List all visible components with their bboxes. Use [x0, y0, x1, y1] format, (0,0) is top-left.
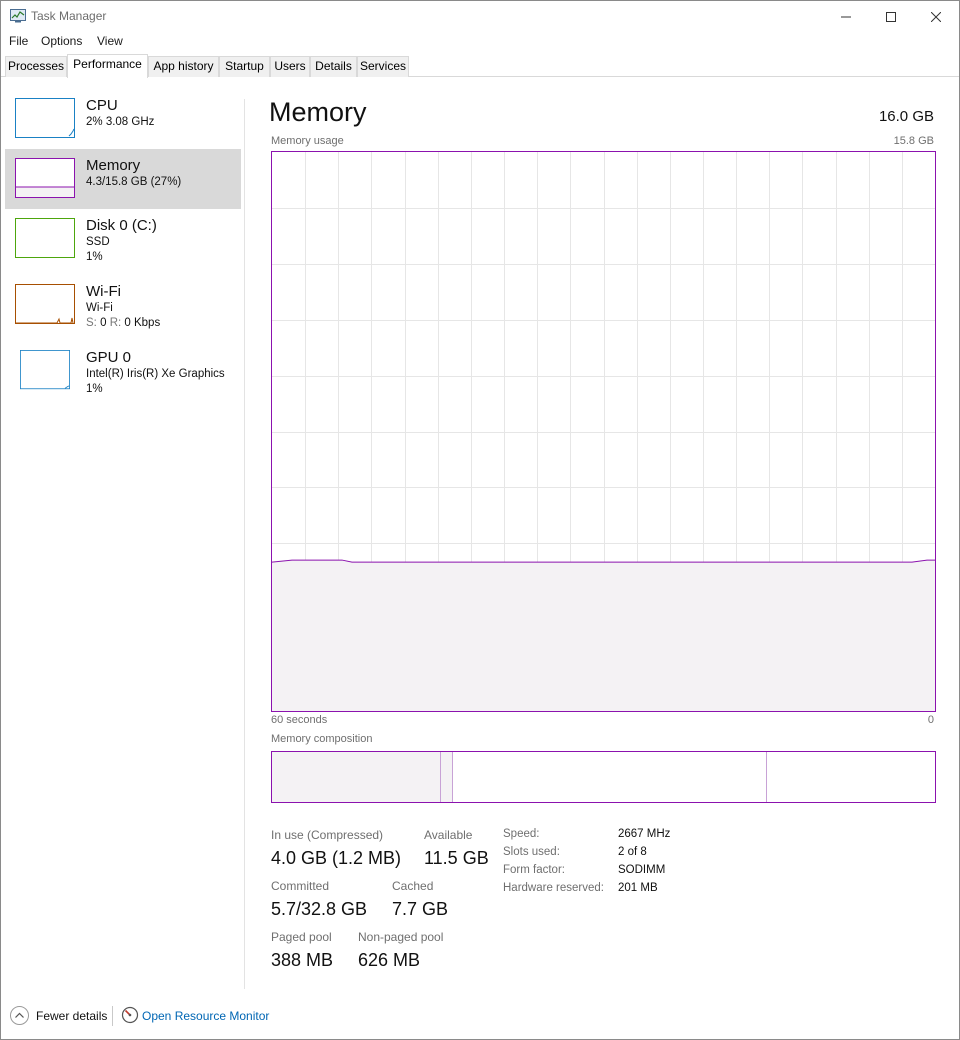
disk-thumbnail-graph: [15, 218, 75, 258]
speed-label: Speed:: [503, 828, 540, 840]
wifi-thumbnail-graph: [15, 284, 75, 324]
fewer-details-button[interactable]: [10, 1006, 29, 1025]
menu-bar: File Options View: [1, 32, 959, 52]
non-paged-pool-value: 626 MB: [358, 950, 421, 970]
gpu-thumbnail-graph: [15, 350, 75, 390]
slots-used-value: 2 of 8: [618, 846, 647, 858]
memory-usage-area: [272, 560, 935, 711]
minimize-button[interactable]: [823, 1, 869, 32]
sidebar-item-title: Wi-Fi: [86, 283, 121, 300]
composition-standby[interactable]: [453, 752, 767, 802]
composition-free[interactable]: [767, 752, 935, 802]
form-factor-label: Form factor:: [503, 864, 565, 876]
sidebar-item-throughput: S: 0 R: 0 Kbps: [86, 317, 161, 329]
sidebar-item-wifi[interactable]: Wi-Fi Wi-Fi S: 0 R: 0 Kbps: [5, 275, 241, 335]
sidebar-item-detail: SSD: [86, 236, 110, 248]
task-manager-window: Task Manager File Options View Processes…: [0, 0, 960, 1040]
hardware-reserved-label: Hardware reserved:: [503, 882, 604, 894]
time-axis-end: 0: [927, 714, 934, 726]
in-use-label: In use (Compressed): [271, 828, 384, 842]
open-resource-monitor-link[interactable]: Open Resource Monitor: [142, 1009, 269, 1023]
maximize-icon: [886, 11, 896, 22]
tab-details[interactable]: Details: [310, 56, 357, 77]
sidebar-item-detail: 2% 3.08 GHz: [86, 116, 155, 128]
sidebar-item-detail: Wi-Fi: [86, 302, 113, 314]
sidebar-item-detail: Intel(R) Iris(R) Xe Graphics: [86, 368, 225, 380]
panel-divider: [244, 99, 245, 989]
composition-in-use[interactable]: [272, 752, 441, 802]
tab-users[interactable]: Users: [270, 56, 310, 77]
cpu-thumbnail-graph: [15, 98, 75, 138]
chevron-up-icon: [15, 1012, 24, 1018]
memory-thumbnail-graph: [15, 158, 75, 198]
maximize-button[interactable]: [868, 1, 914, 32]
memory-composition-bar: [271, 751, 936, 803]
composition-label: Memory composition: [271, 733, 373, 745]
speed-value: 2667 MHz: [618, 828, 671, 840]
close-icon: [931, 11, 941, 22]
in-use-value: 4.0 GB (1.2 MB): [271, 848, 402, 868]
graph-max-label: 15.8 GB: [893, 135, 934, 147]
available-label: Available: [424, 828, 473, 842]
non-paged-pool-label: Non-paged pool: [358, 930, 444, 944]
paged-pool-label: Paged pool: [271, 930, 332, 944]
hardware-reserved-value: 201 MB: [618, 882, 658, 894]
sidebar-item-title: CPU: [86, 97, 118, 114]
tab-processes[interactable]: Processes: [5, 56, 67, 77]
menu-view[interactable]: View: [97, 34, 123, 48]
sidebar-item-title: Disk 0 (C:): [86, 217, 157, 234]
resource-sidebar: CPU 2% 3.08 GHz Memory 4.3/15.8 GB (27%)…: [5, 89, 241, 409]
task-manager-app-icon: [10, 9, 26, 23]
tab-app-history[interactable]: App history: [148, 56, 219, 77]
window-title: Task Manager: [31, 9, 107, 23]
sidebar-item-gpu[interactable]: GPU 0 Intel(R) Iris(R) Xe Graphics 1%: [5, 341, 241, 401]
time-axis-start: 60 seconds: [271, 714, 328, 726]
tab-startup[interactable]: Startup: [219, 56, 270, 77]
committed-value: 5.7/32.8 GB: [271, 899, 368, 919]
sidebar-item-disk[interactable]: Disk 0 (C:) SSD 1%: [5, 209, 241, 269]
tab-bar: Processes Performance App history Startu…: [1, 54, 959, 78]
memory-usage-chart: [271, 152, 935, 711]
menu-file[interactable]: File: [9, 34, 28, 48]
cached-value: 7.7 GB: [392, 899, 449, 919]
sidebar-item-detail-2: 1%: [86, 251, 103, 263]
sidebar-item-title: Memory: [86, 157, 141, 174]
close-button[interactable]: [913, 1, 959, 32]
total-memory: 16.0 GB: [878, 108, 934, 125]
sidebar-item-memory[interactable]: Memory 4.3/15.8 GB (27%): [5, 149, 241, 209]
menu-options[interactable]: Options: [41, 34, 82, 48]
sidebar-item-detail-2: 1%: [86, 383, 103, 395]
sidebar-item-cpu[interactable]: CPU 2% 3.08 GHz: [5, 89, 241, 149]
footer-separator: [112, 1006, 113, 1026]
available-value: 11.5 GB: [424, 848, 489, 868]
fewer-details-link[interactable]: Fewer details: [36, 1009, 107, 1023]
graph-label: Memory usage: [271, 135, 344, 147]
memory-usage-graph: [271, 151, 936, 712]
resource-monitor-icon: [121, 1006, 139, 1024]
title-bar[interactable]: Task Manager: [1, 1, 959, 32]
tab-performance[interactable]: Performance: [67, 54, 148, 78]
sidebar-item-detail: 4.3/15.8 GB (27%): [86, 176, 182, 188]
committed-label: Committed: [271, 879, 330, 893]
paged-pool-value: 388 MB: [271, 950, 334, 970]
sidebar-item-title: GPU 0: [86, 349, 132, 366]
composition-modified[interactable]: [441, 752, 453, 802]
minimize-icon: [841, 16, 851, 17]
tab-services[interactable]: Services: [357, 56, 409, 77]
cached-label: Cached: [392, 879, 434, 893]
slots-used-label: Slots used:: [503, 846, 560, 858]
page-title: Memory: [269, 97, 367, 127]
form-factor-value: SODIMM: [618, 864, 666, 876]
